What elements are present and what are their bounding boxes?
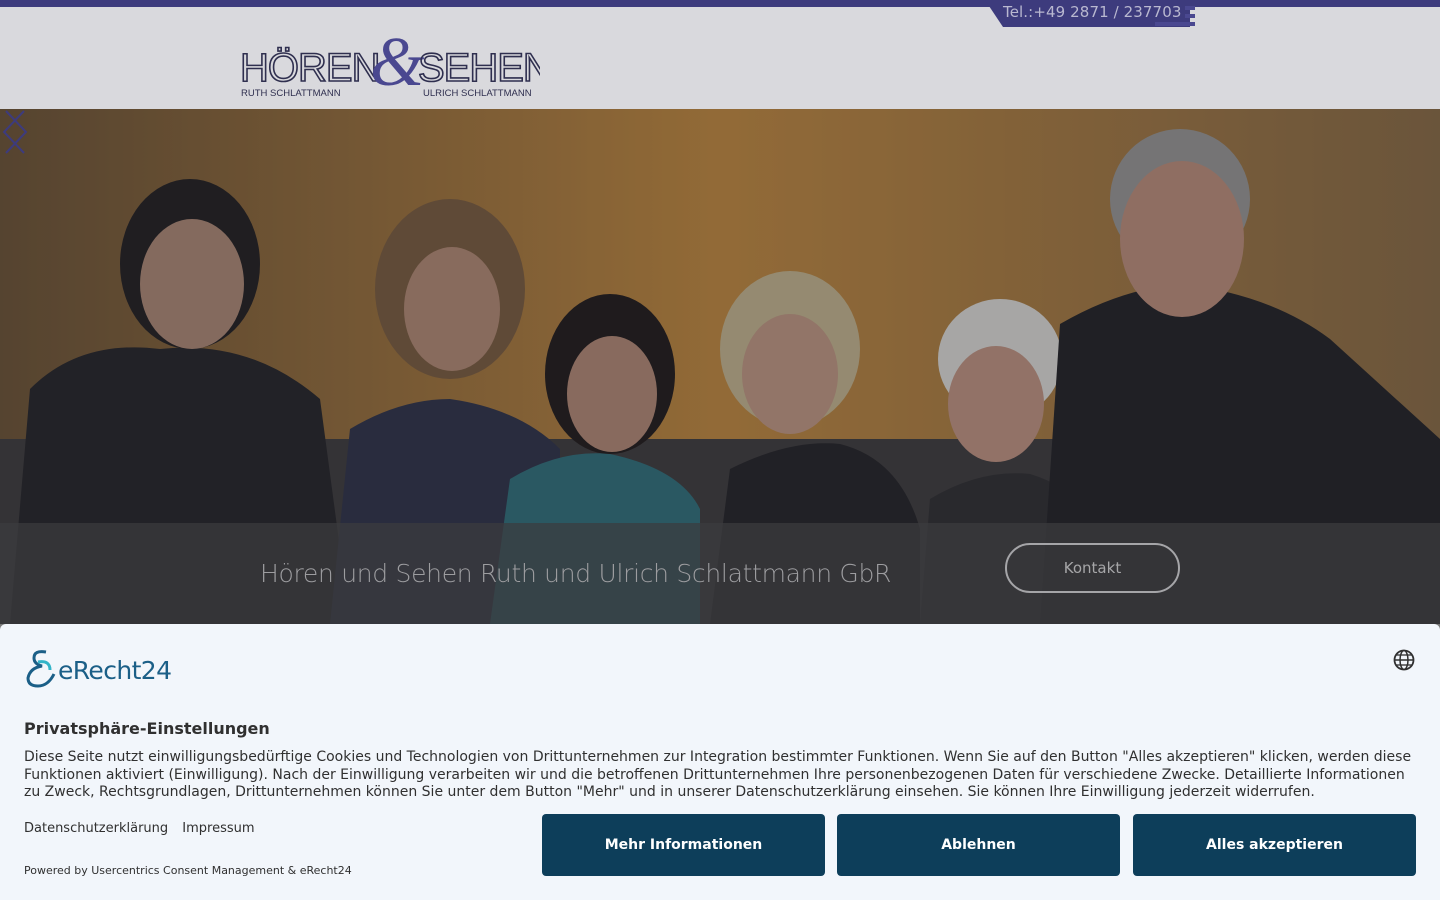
top-accent-strip	[0, 0, 1440, 7]
logo-ampersand: &	[370, 25, 425, 101]
powered-by-text: Powered by Usercentrics Consent Manageme…	[24, 864, 352, 877]
imprint-link[interactable]: Impressum	[182, 821, 254, 836]
more-info-button[interactable]: Mehr Informationen	[542, 814, 825, 876]
logo-word-right: SEHEN	[418, 46, 540, 90]
accept-all-button[interactable]: Alles akzeptieren	[1133, 814, 1416, 876]
consent-banner: eRecht24 Privatsphäre-Einstellungen Dies…	[0, 624, 1440, 900]
chevron-right-icon[interactable]	[0, 109, 30, 155]
kontakt-button[interactable]: Kontakt	[1005, 543, 1180, 593]
logo-sub-right: ULRICH SCHLATTMANN	[423, 88, 532, 99]
logo-word-left: HÖREN	[240, 46, 379, 90]
consent-description: Diese Seite nutzt einwilligungsbedürftig…	[24, 749, 1412, 801]
hero-caption: Hören und Sehen Ruth und Ulrich Schlattm…	[260, 559, 892, 588]
privacy-policy-link[interactable]: Datenschutzerklärung	[24, 821, 168, 836]
consent-title: Privatsphäre-Einstellungen	[24, 719, 270, 738]
globe-icon[interactable]	[1393, 649, 1415, 671]
consent-brand: eRecht24	[58, 656, 172, 685]
menu-icon[interactable]	[1155, 6, 1195, 28]
hero-slider: Hören und Sehen Ruth und Ulrich Schlattm…	[0, 109, 1440, 624]
site-header: HÖREN & SEHEN RUTH SCHLATTMANN ULRICH SC…	[0, 7, 1440, 109]
logo-sub-left: RUTH SCHLATTMANN	[241, 88, 341, 99]
consent-links: Datenschutzerklärung Impressum	[24, 821, 265, 836]
site-logo[interactable]: HÖREN & SEHEN RUTH SCHLATTMANN ULRICH SC…	[240, 25, 540, 103]
decline-button[interactable]: Ablehnen	[837, 814, 1120, 876]
